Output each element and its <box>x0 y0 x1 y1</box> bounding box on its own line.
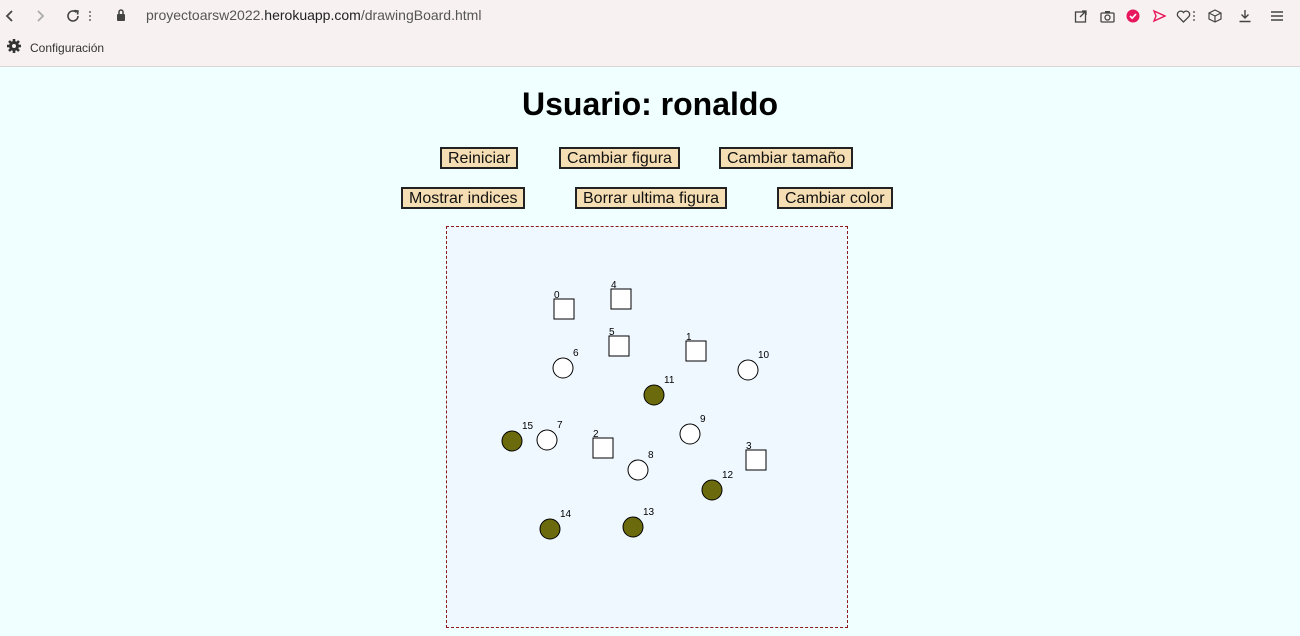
gear-icon <box>6 38 22 57</box>
figure-index-label: 2 <box>593 429 599 440</box>
figure-square-3[interactable]: 3 <box>745 441 767 471</box>
more-vertical-icon[interactable] <box>84 4 96 28</box>
cambiar-figura-button[interactable]: Cambiar figura <box>559 147 680 169</box>
figure-index-label: 6 <box>573 348 579 359</box>
square-shape[interactable] <box>745 449 767 471</box>
figure-circle-8[interactable]: 8 <box>627 450 654 481</box>
figure-circle-10[interactable]: 10 <box>737 350 770 381</box>
more-vertical-icon[interactable] <box>1190 4 1198 28</box>
lock-icon[interactable] <box>116 8 126 22</box>
reiniciar-button[interactable]: Reiniciar <box>440 147 519 169</box>
figure-circle-12[interactable]: 12 <box>701 470 734 501</box>
bookmarks-bar: Configuración <box>0 34 1300 62</box>
circle-shape[interactable] <box>501 430 523 452</box>
page-title: Usuario: ronaldo <box>521 86 778 122</box>
figure-index-label: 5 <box>609 327 615 338</box>
share-icon[interactable] <box>1070 4 1092 28</box>
figure-index-label: 7 <box>557 420 563 431</box>
cambiar-tamano-button[interactable]: Cambiar tamaño <box>719 147 854 169</box>
circle-shape[interactable] <box>643 384 665 406</box>
figure-square-1[interactable]: 1 <box>685 332 707 362</box>
figure-circle-15[interactable]: 15 <box>501 421 534 452</box>
circle-shape[interactable] <box>627 459 649 481</box>
square-shape[interactable] <box>592 437 614 459</box>
figure-index-label: 15 <box>522 421 534 432</box>
mostrar-indices-button[interactable]: Mostrar indices <box>401 187 526 209</box>
square-shape[interactable] <box>608 335 630 357</box>
figure-square-4[interactable]: 4 <box>610 280 632 310</box>
circle-shape[interactable] <box>701 479 723 501</box>
bookmark-configuracion[interactable]: Configuración <box>6 38 104 57</box>
figure-index-label: 14 <box>560 509 572 520</box>
browser-chrome: proyectoarsw2022.herokuapp.com/drawingBo… <box>0 0 1300 67</box>
figure-index-label: 12 <box>722 470 734 481</box>
circle-shape[interactable] <box>679 423 701 445</box>
url-path: /drawingBoard.html <box>360 7 482 23</box>
figure-circle-13[interactable]: 13 <box>622 507 655 538</box>
figure-index-label: 10 <box>758 350 770 361</box>
figure-index-label: 1 <box>686 332 692 343</box>
figure-index-label: 3 <box>746 441 752 452</box>
browser-toolbar: proyectoarsw2022.herokuapp.com/drawingBo… <box>0 0 1300 32</box>
browser-extensions <box>1070 4 1300 28</box>
camera-icon[interactable] <box>1096 4 1118 28</box>
cube-icon[interactable] <box>1204 4 1226 28</box>
figure-circle-14[interactable]: 14 <box>539 509 572 540</box>
figure-circle-6[interactable]: 6 <box>552 348 579 379</box>
url-host: herokuapp.com <box>264 7 361 23</box>
circle-shape[interactable] <box>622 516 644 538</box>
menu-icon[interactable] <box>1266 4 1288 28</box>
figure-index-label: 13 <box>643 507 655 518</box>
figure-index-label: 0 <box>554 290 560 301</box>
figure-circle-7[interactable]: 7 <box>536 420 563 451</box>
figure-index-label: 8 <box>648 450 654 461</box>
figure-index-label: 11 <box>664 375 675 386</box>
address-bar[interactable]: proyectoarsw2022.herokuapp.com/drawingBo… <box>146 7 481 23</box>
square-shape[interactable] <box>685 340 707 362</box>
download-icon[interactable] <box>1234 4 1256 28</box>
square-shape[interactable] <box>610 288 632 310</box>
circle-shape[interactable] <box>737 359 759 381</box>
circle-shape[interactable] <box>539 518 561 540</box>
circle-shape[interactable] <box>536 429 558 451</box>
figure-circle-11[interactable]: 11 <box>643 375 675 406</box>
drawing-board-svg[interactable]: 0123456789101112131415 <box>447 227 847 627</box>
back-icon[interactable] <box>0 4 22 28</box>
borrar-ultima-figura-button[interactable]: Borrar ultima figura <box>575 187 728 209</box>
url-prefix: proyectoarsw2022. <box>146 7 265 23</box>
figure-circle-9[interactable]: 9 <box>679 414 706 445</box>
drawing-board[interactable]: 0 1 2 3 4 5 6 7 8 9 10 11 12 13 14 15 <box>446 226 848 628</box>
send-icon[interactable] <box>1148 4 1170 28</box>
square-shape[interactable] <box>553 298 575 320</box>
figure-square-2[interactable]: 2 <box>592 429 614 459</box>
shield-icon[interactable] <box>1122 4 1144 28</box>
figure-index-label: 4 <box>611 280 617 291</box>
cambiar-color-button[interactable]: Cambiar color <box>777 187 893 209</box>
reload-icon[interactable] <box>61 4 85 28</box>
figure-square-5[interactable]: 5 <box>608 327 630 357</box>
figure-square-0[interactable]: 0 <box>553 290 575 320</box>
forward-icon[interactable] <box>28 4 52 28</box>
figure-index-label: 9 <box>700 414 706 425</box>
bookmark-label: Configuración <box>30 40 105 55</box>
circle-shape[interactable] <box>552 357 574 379</box>
